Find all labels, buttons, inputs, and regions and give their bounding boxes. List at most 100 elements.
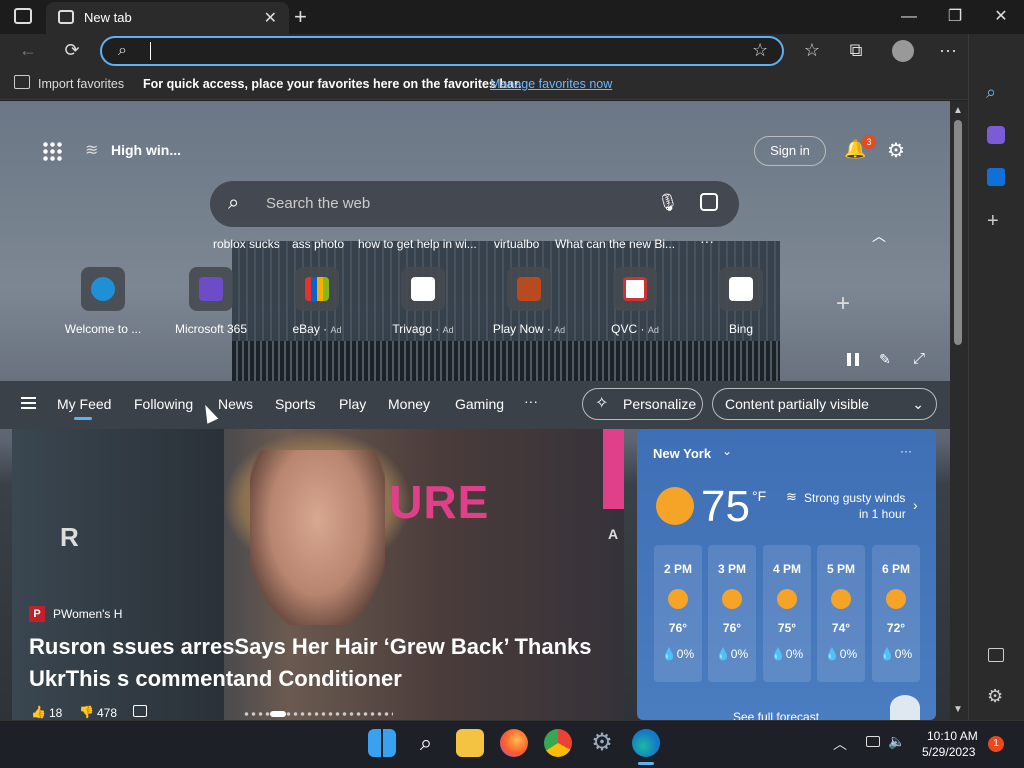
volume-icon[interactable]: 🔈 xyxy=(888,733,905,750)
weather-alert-line-1[interactable]: Strong gusty winds xyxy=(804,491,905,505)
ad-label: Ad xyxy=(442,325,454,335)
content-visibility-dropdown[interactable]: Content partially visible ⌄ xyxy=(712,388,937,420)
clock-date[interactable]: 5/29/2023 xyxy=(922,745,975,759)
web-search-box[interactable]: ⌕ Search the web 🎙 xyxy=(210,181,739,227)
carousel-dots[interactable] xyxy=(243,712,393,716)
address-bar[interactable]: ⌕ ☆ xyxy=(100,36,784,66)
close-window-button[interactable]: ✕ xyxy=(981,4,1021,30)
sidebar-settings-icon[interactable]: ⚙ xyxy=(987,686,1003,707)
weather-more-button[interactable]: ··· xyxy=(900,444,912,458)
address-input[interactable] xyxy=(150,42,152,60)
suggestion-1[interactable]: ass photo xyxy=(292,237,344,251)
hourly-forecast-5pm[interactable]: 5 PM 74° 💧0% xyxy=(817,545,865,682)
like-icon[interactable]: 👍 xyxy=(31,705,46,719)
sidebar-m365-icon[interactable] xyxy=(987,126,1005,144)
edge-taskbar-icon[interactable] xyxy=(632,729,660,757)
tab-new-tab[interactable]: New tab ✕ xyxy=(46,2,289,34)
new-tab-button[interactable]: + xyxy=(294,4,307,30)
feed-tab-news[interactable]: News xyxy=(218,396,253,412)
hide-story-icon[interactable] xyxy=(133,705,147,717)
edge-active-indicator xyxy=(638,762,654,765)
page-settings-gear-icon[interactable]: ⚙ xyxy=(887,138,905,163)
sidebar-outlook-icon[interactable] xyxy=(987,168,1005,186)
city-chevron-down-icon[interactable]: ⌄ xyxy=(722,444,732,458)
weather-alert-line-2[interactable]: in 1 hour xyxy=(859,507,906,521)
import-icon xyxy=(14,75,30,89)
sidebar-add-icon[interactable]: + xyxy=(987,210,999,233)
quick-link-bing[interactable]: Bing xyxy=(687,267,795,336)
pause-background-icon[interactable] xyxy=(847,353,859,366)
minimize-button[interactable]: — xyxy=(889,4,929,30)
sign-in-button[interactable]: Sign in xyxy=(754,136,826,166)
suggestion-3[interactable]: virtualbo xyxy=(494,237,539,251)
refresh-button[interactable]: ⟳ xyxy=(57,40,87,61)
firefox-icon[interactable] xyxy=(500,729,528,757)
hourly-forecast-4pm[interactable]: 4 PM 75° 💧0% xyxy=(763,545,811,682)
quick-link-trivago[interactable]: Trivago · Ad xyxy=(369,267,477,336)
close-tab-button[interactable]: ✕ xyxy=(264,8,277,28)
tab-actions-icon[interactable] xyxy=(14,8,32,24)
sidebar-search-icon[interactable]: ⌕ xyxy=(986,82,996,103)
back-button[interactable]: ← xyxy=(13,40,43,61)
sidebar-hide-icon[interactable] xyxy=(988,648,1004,662)
expand-background-icon[interactable]: ⤢ xyxy=(913,350,925,367)
quick-link-ebay[interactable]: eBay · Ad xyxy=(263,267,371,336)
notification-center-badge[interactable]: 1 xyxy=(988,736,1004,752)
profile-avatar[interactable] xyxy=(892,40,914,62)
feed-tab-my-feed[interactable]: My Feed xyxy=(57,396,111,412)
add-favorite-icon[interactable]: ☆ xyxy=(752,40,768,61)
scroll-down-arrow-icon[interactable]: ▼ xyxy=(953,704,963,715)
feed-tab-sports[interactable]: Sports xyxy=(275,396,315,412)
windows-start-icon[interactable] xyxy=(368,729,396,757)
feed-tab-play[interactable]: Play xyxy=(339,396,366,412)
hourly-forecast-2pm[interactable]: 2 PM 76° 💧0% xyxy=(654,545,702,682)
feed-more-button[interactable]: ··· xyxy=(524,393,538,409)
feedback-avatar-icon[interactable] xyxy=(890,695,920,720)
edit-background-icon[interactable]: ✎ xyxy=(879,351,891,368)
quick-link-m365[interactable]: Microsoft 365 xyxy=(157,267,265,336)
collapse-chevron-icon[interactable]: ︿ xyxy=(872,226,886,246)
personalize-button[interactable]: ✧ Personalize xyxy=(582,388,703,420)
settings-more-button[interactable]: ··· xyxy=(933,40,963,61)
apps-launcher-icon[interactable] xyxy=(42,141,62,161)
taskbar-search-icon[interactable]: ⌕ xyxy=(412,729,440,757)
manage-favorites-link[interactable]: Manage favorites now xyxy=(490,77,612,91)
quick-link-qvc[interactable]: QVC · Ad xyxy=(581,267,689,336)
hourly-forecast-3pm[interactable]: 3 PM 76° 💧0% xyxy=(708,545,756,682)
quick-link-play-now[interactable]: Play Now · Ad xyxy=(475,267,583,336)
scroll-up-arrow-icon[interactable]: ▲ xyxy=(953,105,963,116)
scrollbar-thumb[interactable] xyxy=(954,120,962,345)
dislike-icon[interactable]: 👎 xyxy=(79,705,94,719)
news-headline-line-1[interactable]: Rusron ssues arresSays Her Hair ‘Grew Ba… xyxy=(29,634,592,660)
add-quick-link-button[interactable]: + xyxy=(836,290,850,318)
quick-link-welcome[interactable]: Welcome to ... xyxy=(49,267,157,336)
hourly-forecast-6pm[interactable]: 6 PM 72° 💧0% xyxy=(872,545,920,682)
news-image-face xyxy=(250,450,385,625)
weather-city[interactable]: New York xyxy=(653,446,711,461)
suggestion-2[interactable]: how to get help in wi... xyxy=(358,237,477,251)
clock-time[interactable]: 10:10 AM xyxy=(927,729,978,743)
suggestions-more-button[interactable]: ··· xyxy=(700,233,714,249)
temperature-unit[interactable]: °F xyxy=(752,488,766,504)
suggestion-4[interactable]: What can the new Bi... xyxy=(555,237,675,251)
weather-summary[interactable]: High win... xyxy=(111,142,181,158)
maximize-button[interactable]: ❐ xyxy=(935,4,975,30)
favorites-button[interactable]: ☆ xyxy=(797,40,827,61)
visual-search-icon[interactable] xyxy=(700,193,718,211)
collections-button[interactable]: ⧉ xyxy=(841,40,871,61)
feed-tab-following[interactable]: Following xyxy=(134,396,193,412)
news-headline-line-2[interactable]: UkrThis s commentand Conditioner xyxy=(29,666,402,692)
chrome-icon[interactable] xyxy=(544,729,572,757)
sunny-icon xyxy=(656,487,694,525)
feed-tab-gaming[interactable]: Gaming xyxy=(455,396,504,412)
feed-tab-money[interactable]: Money xyxy=(388,396,430,412)
settings-app-icon[interactable]: ⚙ xyxy=(588,729,616,757)
tray-chevron-up-icon[interactable]: ︿ xyxy=(833,734,847,754)
chevron-right-icon[interactable]: › xyxy=(913,497,918,513)
network-icon[interactable] xyxy=(866,736,880,747)
import-favorites-button[interactable]: Import favorites xyxy=(38,77,124,91)
feed-menu-icon[interactable] xyxy=(21,397,36,409)
suggestion-0[interactable]: roblox sucks xyxy=(213,237,280,251)
file-explorer-icon[interactable] xyxy=(456,729,484,757)
voice-search-icon[interactable]: 🎙 xyxy=(657,193,679,213)
